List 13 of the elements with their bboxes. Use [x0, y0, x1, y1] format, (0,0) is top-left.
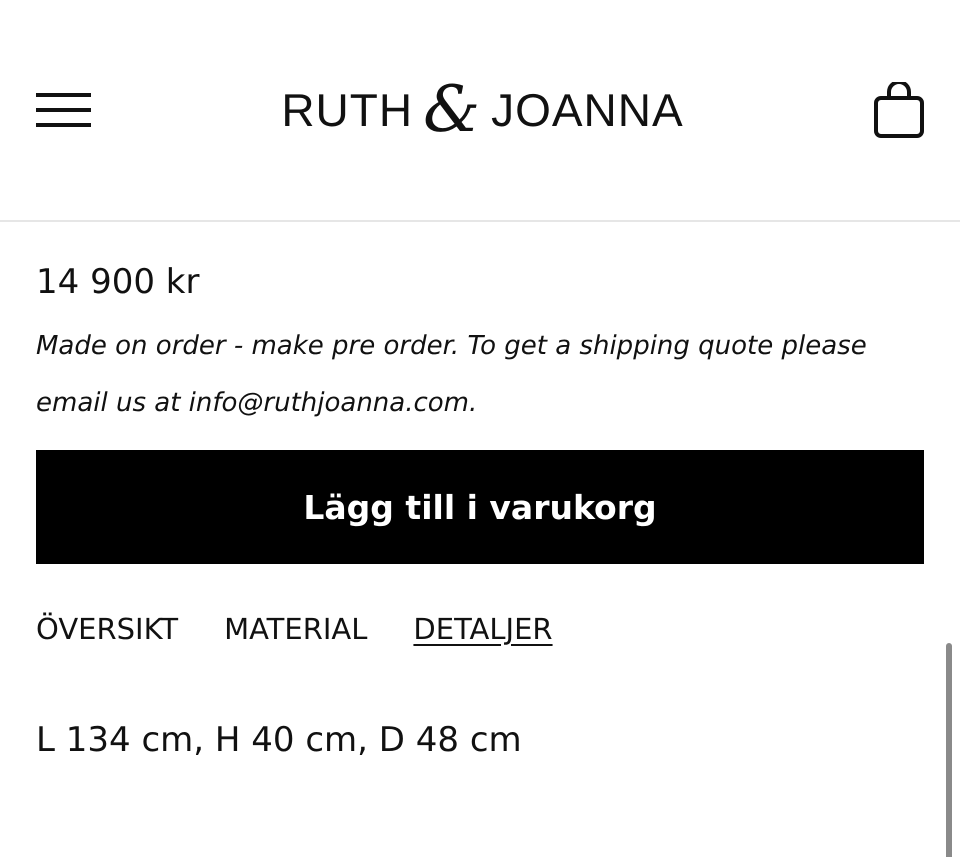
- brand-logo[interactable]: RUTH&JOANNA: [281, 78, 684, 142]
- price: 14 900 kr: [36, 262, 200, 302]
- dimensions-text: L 134 cm, H 40 cm, D 48 cm: [36, 720, 523, 760]
- order-note: Made on order - make pre order. To get a shipping quote please email us at info@ruthjoanna.com.: [36, 330, 868, 420]
- add-to-cart-button[interactable]: Lägg till i varukorg: [36, 450, 924, 564]
- scrollbar[interactable]: [946, 643, 952, 857]
- tab[interactable]: ÖVERSIKT: [36, 612, 178, 646]
- cart-button[interactable]: [874, 82, 924, 138]
- menu-icon: [36, 93, 91, 127]
- tab[interactable]: DETALJER: [413, 612, 553, 646]
- tab[interactable]: MATERIAL: [224, 612, 368, 646]
- menu-button[interactable]: [36, 93, 91, 127]
- shopping-bag-icon: [874, 82, 924, 138]
